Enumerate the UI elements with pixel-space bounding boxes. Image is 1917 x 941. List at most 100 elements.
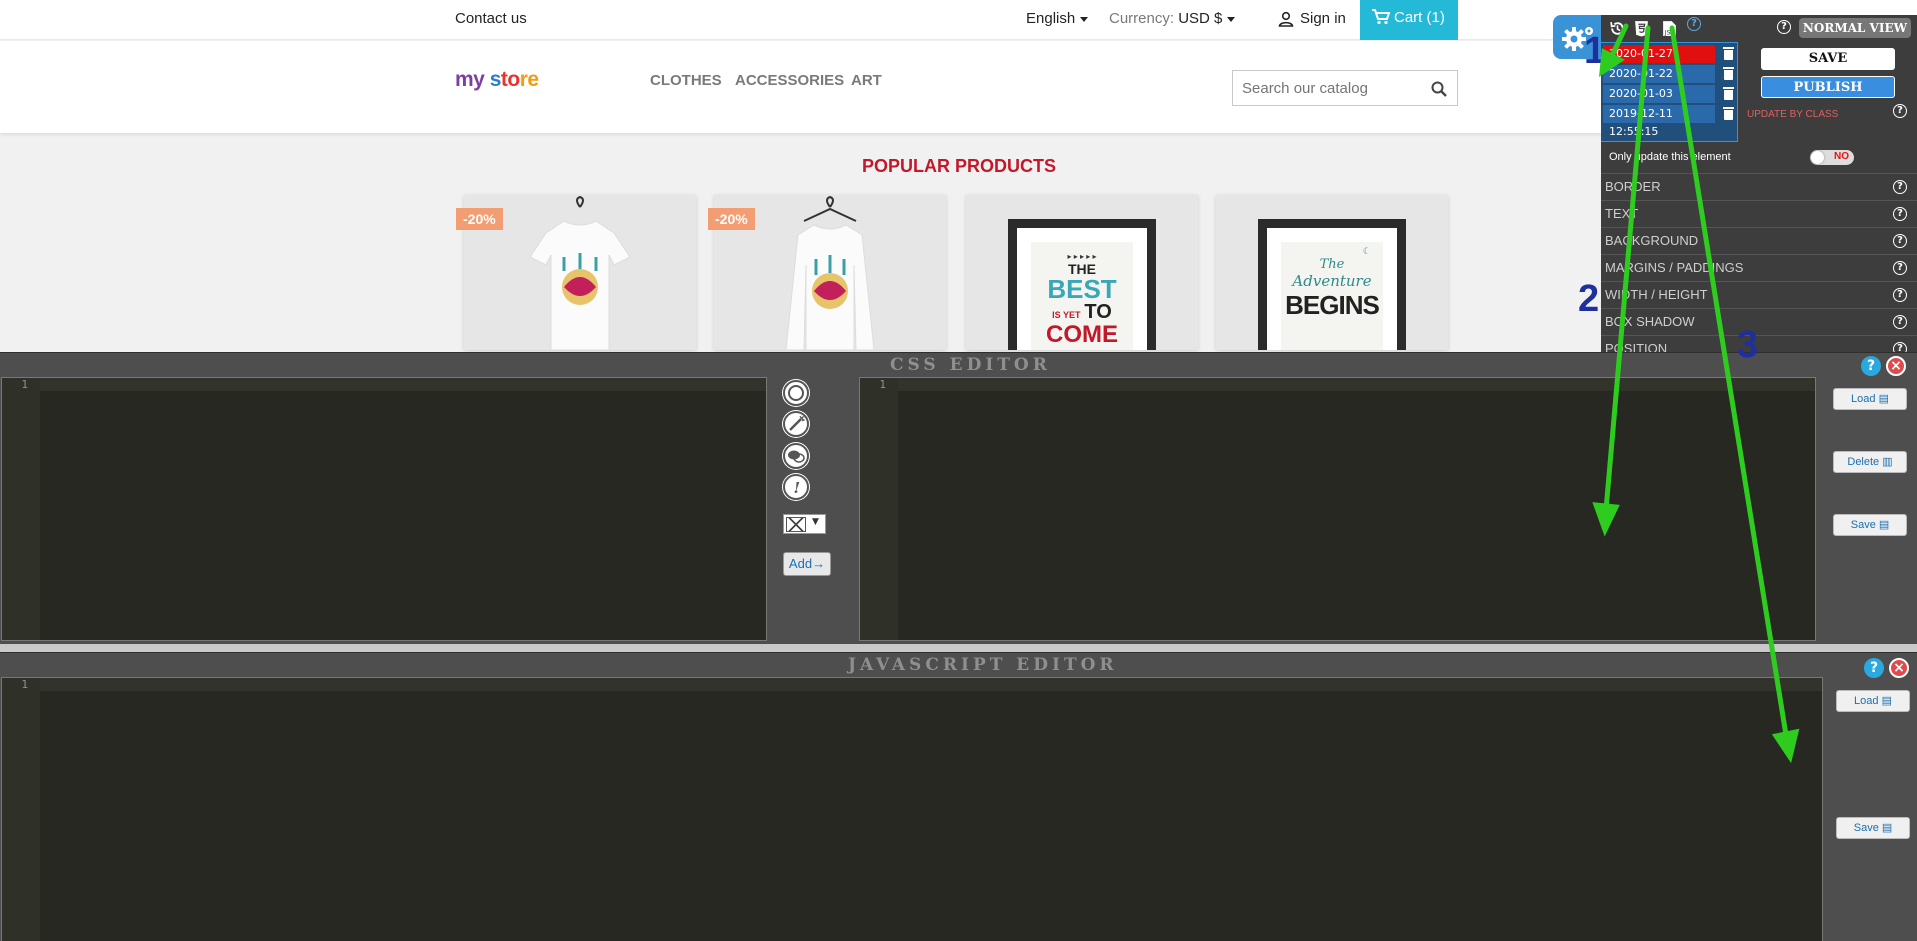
nav-accessories[interactable]: ACCESSORIES xyxy=(735,72,844,89)
normal-view-button[interactable]: NORMAL VIEW xyxy=(1799,18,1911,38)
history-item[interactable]: 2020-01-03 10:30:58 xyxy=(1603,85,1715,118)
js-code-area[interactable]: 1 xyxy=(1,677,1823,941)
cart-label: Cart (1) xyxy=(1394,9,1445,26)
line-gutter xyxy=(2,678,40,941)
poster-text: BEST xyxy=(1047,274,1117,304)
update-by-class-link[interactable]: UPDATE BY CLASS xyxy=(1747,109,1838,120)
js-load-button[interactable]: Load ▤ xyxy=(1836,690,1910,712)
popular-products-heading: POPULAR PRODUCTS xyxy=(862,156,1057,176)
trash-icon[interactable] xyxy=(1723,47,1734,60)
annotation-number: 3 xyxy=(1737,324,1759,366)
currency-value: USD $ xyxy=(1178,10,1223,27)
target-icon[interactable] xyxy=(783,380,809,406)
product-image: ▸ ▸ ▸ ▸ ▸ THE BEST IS YET TO COME xyxy=(966,195,1198,350)
button-label: Load xyxy=(1851,393,1876,405)
help-icon[interactable]: ? xyxy=(1893,180,1907,194)
section-width-height[interactable]: WIDTH / HEIGHT? xyxy=(1601,281,1917,307)
trash-icon[interactable] xyxy=(1723,107,1734,120)
product-card[interactable]: ☾ The Adventure BEGINS xyxy=(1216,195,1448,350)
panel-save-button[interactable]: SAVE xyxy=(1761,48,1895,70)
poster-text: Adventure xyxy=(1292,272,1372,290)
help-icon[interactable]: ? xyxy=(1893,104,1907,118)
help-icon[interactable]: ? xyxy=(1687,17,1701,31)
help-icon[interactable]: ? xyxy=(1893,207,1907,221)
important-icon[interactable]: ! xyxy=(783,474,809,500)
help-icon[interactable]: ? xyxy=(1893,288,1907,302)
history-icon[interactable] xyxy=(1609,20,1626,37)
signin-link[interactable]: Sign in xyxy=(1300,10,1346,27)
button-label: Add xyxy=(788,556,813,571)
logo-part: s xyxy=(484,68,502,91)
logo-part: my xyxy=(455,68,485,91)
chevron-down-icon xyxy=(1080,16,1089,22)
section-background[interactable]: BACKGROUND? xyxy=(1601,227,1917,253)
store-logo[interactable]: my store xyxy=(455,68,539,92)
line-number: 1 xyxy=(879,378,886,391)
poster-text: COME xyxy=(1046,321,1118,348)
publish-button[interactable]: PUBLISH xyxy=(1761,76,1895,98)
currency-selector[interactable]: Currency: USD $ xyxy=(1109,10,1236,27)
help-icon[interactable]: ? xyxy=(1777,20,1791,34)
css-code-area[interactable]: 1 xyxy=(859,377,1816,641)
active-line xyxy=(40,378,766,391)
poster-text: TO xyxy=(1084,301,1112,323)
contact-link[interactable]: Contact us xyxy=(455,10,527,27)
section-border[interactable]: BORDER? xyxy=(1601,173,1917,199)
svg-text:JS: JS xyxy=(1664,28,1671,36)
language-label: English xyxy=(1026,10,1076,27)
js-editor-title: JAVASCRIPT EDITOR xyxy=(848,655,1118,675)
magic-wand-icon[interactable] xyxy=(783,411,809,437)
css-editor: CSS EDITOR 1 1 ? × Load ▤ Delete ▥ Save … xyxy=(0,352,1917,644)
search-input[interactable] xyxy=(1233,71,1423,105)
css-close-icon[interactable]: × xyxy=(1886,356,1906,376)
javascript-editor: JAVASCRIPT EDITOR 1 ? × Load ▤ Save ▤ xyxy=(0,652,1917,941)
section-box-shadow[interactable]: BOX SHADOW? xyxy=(1601,308,1917,334)
logo-part: re xyxy=(519,68,539,91)
trash-icon[interactable] xyxy=(1723,67,1734,80)
comments-icon[interactable] xyxy=(783,443,809,469)
cart-button[interactable]: Cart (1) xyxy=(1360,0,1458,40)
css-help-icon[interactable]: ? xyxy=(1861,356,1881,376)
search-icon[interactable] xyxy=(1431,81,1447,97)
color-picker[interactable]: ▼ xyxy=(783,514,826,534)
section-margins-paddings[interactable]: MARGINS / PADDINGS? xyxy=(1601,254,1917,280)
style-editor-panel: JS ? ? NORMAL VIEW 2020-01-27 13:34:58 2… xyxy=(1601,15,1917,355)
add-button[interactable]: Add→ xyxy=(783,552,831,576)
trash-icon[interactable] xyxy=(1723,87,1734,100)
annotation-number: 2 xyxy=(1578,278,1600,320)
search-box xyxy=(1232,70,1458,106)
section-text[interactable]: TEXT? xyxy=(1601,200,1917,226)
css-selector-code-area[interactable]: 1 xyxy=(1,377,767,641)
history-item[interactable]: 2020-01-27 13:34:58 xyxy=(1603,45,1715,78)
poster-text: The xyxy=(1319,257,1345,272)
js-save-button[interactable]: Save ▤ xyxy=(1836,817,1910,839)
product-card[interactable]: ▸ ▸ ▸ ▸ ▸ THE BEST IS YET TO COME xyxy=(966,195,1198,350)
line-gutter xyxy=(2,378,40,640)
help-icon[interactable]: ? xyxy=(1893,234,1907,248)
cart-icon xyxy=(1372,9,1391,25)
help-icon[interactable]: ? xyxy=(1893,315,1907,329)
css-save-button[interactable]: Save ▤ xyxy=(1833,514,1907,536)
svg-text:!: ! xyxy=(794,479,801,497)
css3-icon[interactable] xyxy=(1633,20,1650,37)
nav-art[interactable]: ART xyxy=(851,72,882,89)
help-icon[interactable]: ? xyxy=(1893,261,1907,275)
button-label: Delete xyxy=(1847,456,1880,468)
js-help-icon[interactable]: ? xyxy=(1864,658,1884,678)
toggle-label: NO xyxy=(1834,151,1849,162)
button-label: Load xyxy=(1854,695,1879,707)
button-label: Save xyxy=(1853,822,1879,834)
js-file-icon[interactable]: JS xyxy=(1661,20,1678,37)
only-update-toggle[interactable]: NO xyxy=(1810,150,1854,165)
button-label: Save xyxy=(1850,519,1876,531)
css-load-button[interactable]: Load ▤ xyxy=(1833,388,1907,410)
line-gutter xyxy=(860,378,898,640)
language-selector[interactable]: English xyxy=(1026,10,1089,27)
nav-clothes[interactable]: CLOTHES xyxy=(650,72,722,89)
css-delete-button[interactable]: Delete ▥ xyxy=(1833,451,1907,473)
history-item[interactable]: 2019-12-11 12:55:15 xyxy=(1603,105,1715,138)
js-close-icon[interactable]: × xyxy=(1889,658,1909,678)
poster-frame: ▸ ▸ ▸ ▸ ▸ THE BEST IS YET TO COME xyxy=(1008,219,1156,350)
moon-icon: ☾ xyxy=(1362,246,1371,256)
history-item[interactable]: 2020-01-22 09:40:01 xyxy=(1603,65,1715,98)
